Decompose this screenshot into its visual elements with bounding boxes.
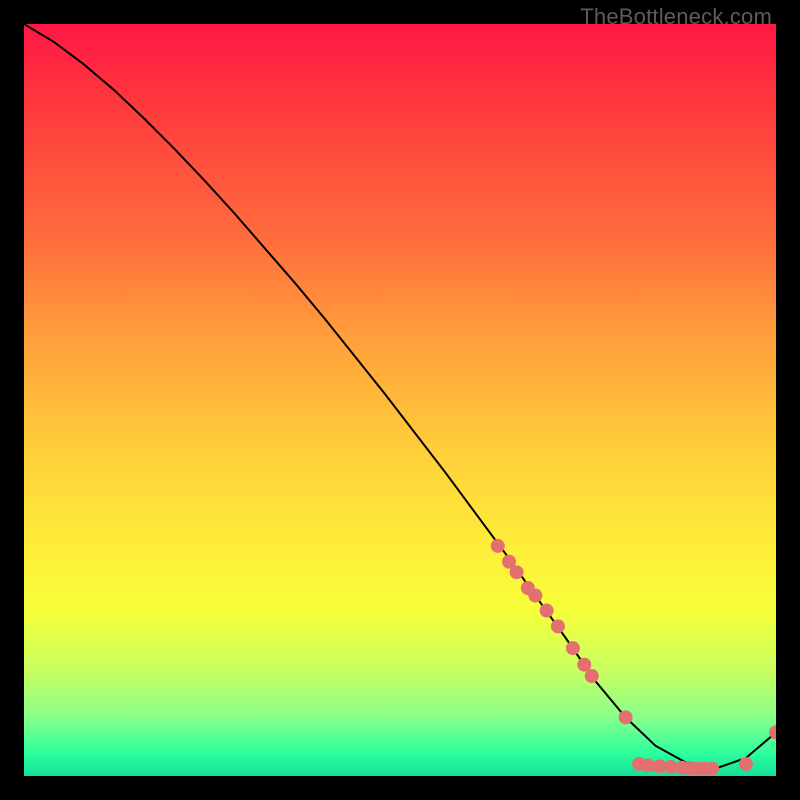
plot-area <box>24 24 776 776</box>
scatter-point <box>540 604 554 618</box>
scatter-point <box>551 619 565 633</box>
scatter-point <box>619 710 633 724</box>
scatter-point <box>585 669 599 683</box>
bottleneck-curve <box>24 24 776 768</box>
scatter-point <box>510 565 524 579</box>
scatter-point <box>705 761 719 775</box>
scatter-point <box>566 641 580 655</box>
chart-overlay <box>24 24 776 776</box>
scatter-point <box>528 589 542 603</box>
curve-markers <box>491 539 776 776</box>
scatter-point <box>491 539 505 553</box>
scatter-point <box>739 757 753 771</box>
chart-frame: TheBottleneck.com <box>0 0 800 800</box>
